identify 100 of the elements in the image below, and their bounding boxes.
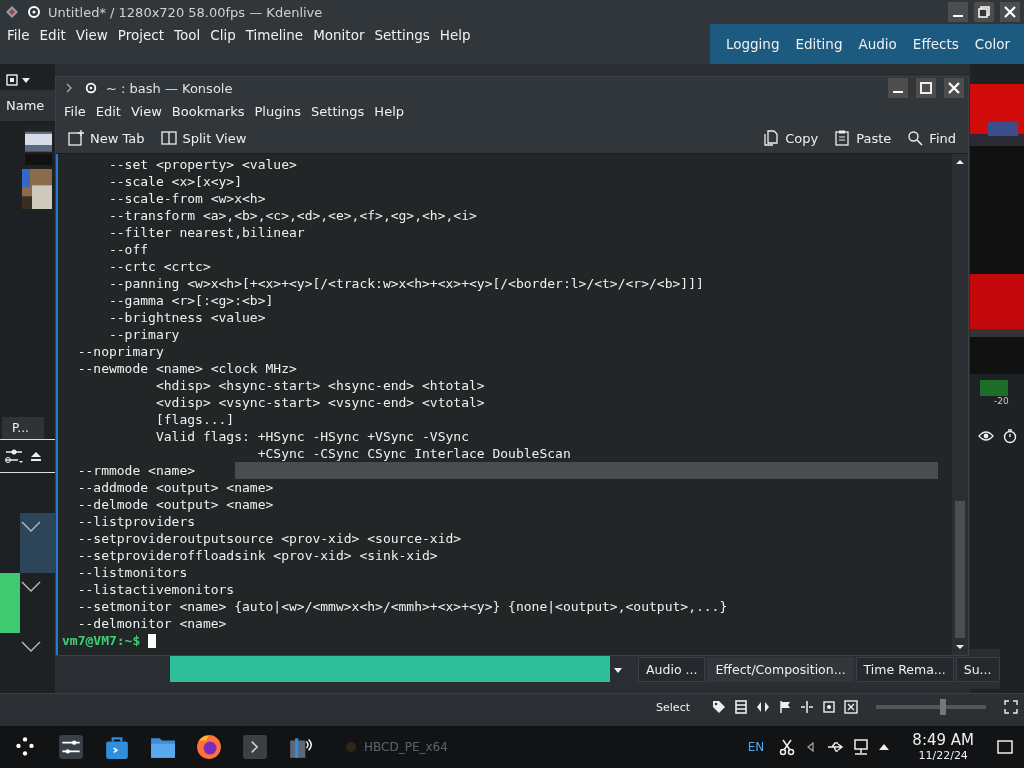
timeline-clip[interactable] [170,656,610,682]
menu-item[interactable]: Tool [169,24,206,46]
scissors-icon[interactable] [778,738,797,756]
terminal-line: --off [107,241,149,258]
search-icon [907,130,924,146]
terminal-line: --crtc <crtc> [107,258,211,275]
find-button[interactable]: Find [901,127,962,149]
eye-icon[interactable] [978,428,994,444]
pin-icon[interactable] [26,4,42,20]
dock-tab[interactable]: Effect/Composition... [707,656,854,682]
flag-icon[interactable] [778,700,792,714]
menu-item[interactable]: Help [434,24,476,46]
zoom-slider-track[interactable] [876,705,986,709]
minimize-icon[interactable] [888,78,908,98]
menu-item[interactable]: File [59,103,91,119]
terminal-line: --delmode <output> <name> [76,496,274,513]
chevron-down-icon[interactable] [21,581,41,593]
close-icon[interactable] [1000,2,1020,22]
timer-icon[interactable] [1002,428,1018,444]
window-title: ~ : bash — Konsole [106,80,233,96]
menu-item[interactable]: Bookmarks [166,103,250,119]
split-view-button[interactable]: Split View [154,127,253,149]
workspace-tab[interactable]: Logging [717,36,788,52]
meter-scale-label: -20 [993,396,1009,407]
shell-prompt: vm7@VM7:~$ [62,632,141,649]
restore-icon[interactable] [974,2,994,22]
scroll-down-icon[interactable] [955,642,965,652]
dock-tab[interactable]: Time Rema... [855,656,954,682]
terminal-line: --gamma <r>[:<g>:<b>] [107,292,274,309]
chevron-down-icon[interactable] [21,641,41,653]
terminal-line: --setprovideroffloadsink <prov-xid> <sink-xid> [76,547,438,564]
scroll-up-icon[interactable] [955,157,965,167]
settings-icon[interactable] [58,734,84,760]
new-tab-icon [68,130,84,146]
tag-icon[interactable] [712,700,726,714]
app-icon [344,740,358,754]
terminal-line: +CSync -CSync CSync Interlace DoubleScan [256,445,571,462]
panel-tab[interactable]: P... [2,417,44,439]
scrollbar[interactable] [952,154,968,655]
workspace-tab[interactable]: Editing [787,36,851,52]
maximize-icon[interactable] [916,78,936,98]
dropdown-icon[interactable] [614,666,622,674]
menu-item[interactable]: File [2,24,35,46]
chevron-down-icon[interactable] [21,521,41,533]
show-desktop-icon[interactable] [996,738,1014,756]
close-icon[interactable] [944,78,964,98]
menu-item[interactable]: View [125,103,167,119]
browser-icon[interactable] [196,734,222,760]
workspace-tab[interactable]: Effects [904,36,967,52]
copy-button[interactable]: Copy [757,127,825,149]
dock-tab[interactable]: Audio ... [638,656,706,682]
menu-item[interactable]: Timeline [240,24,309,46]
menu-item[interactable]: Settings [306,103,370,119]
collapse-icon[interactable] [844,700,858,714]
menu-item[interactable]: Edit [90,103,126,119]
terminal-line: Valid flags: +HSync -HSync +VSync -VSync [154,428,469,445]
terminal-icon[interactable] [242,734,268,760]
dropdown-icon[interactable] [22,76,30,84]
new-tab-button[interactable]: New Tab [62,127,151,149]
pin-icon[interactable] [84,81,98,95]
clipboard-icon [834,130,851,146]
zoom-fit-icon[interactable] [822,700,836,714]
fullscreen-icon[interactable] [1004,700,1018,714]
terminal-line: <vdisp> <vsync-start> <vsync-end> <vtotal> [154,394,485,411]
terminal-line: --primary [107,326,180,343]
terminal-line: --addmode <output> <name> [76,479,274,496]
column-header[interactable]: Name [0,90,55,121]
terminal-line: --listactivemonitors [76,581,235,598]
menu-item[interactable]: Edit [34,24,71,46]
network-icon[interactable] [852,738,871,756]
film-icon[interactable] [734,700,748,714]
split-icon[interactable] [800,700,814,714]
workspace-tab[interactable]: Color [966,36,1018,52]
zoom-slider-handle[interactable] [940,699,947,715]
terminal-line: --set <property> <value> [107,156,297,173]
menu-item[interactable]: Project [112,24,169,46]
shopping-bag-icon[interactable] [104,734,130,760]
menu-item[interactable]: Plugins [249,103,307,119]
copy-icon [763,130,780,146]
edit-mode-selector[interactable]: Select [656,700,690,714]
workspace-tab[interactable]: Audio [850,36,905,52]
terminal-line: --newmode <name> <clock MHz> [76,360,297,377]
terminal-line: --noprimary [76,343,164,360]
menu-item[interactable]: Help [369,103,409,119]
keyboard-layout[interactable]: EN [747,740,765,754]
terminal-line: --scale <x>[x<y>] [107,173,242,190]
paste-button[interactable]: Paste [828,127,898,149]
menu-item[interactable]: Settings [369,24,435,46]
terminal-line: --delmonitor <name> [76,615,227,632]
terminal-line: --brightness <value> [107,309,266,326]
minimize-icon[interactable] [948,2,968,22]
menu-item[interactable]: View [70,24,113,46]
clock-date[interactable]: 11/22/24 [918,749,968,762]
dock-tab[interactable]: Su... [955,656,1000,682]
clock-time[interactable]: 8:49 AM [912,732,974,749]
menu-item[interactable]: Clip [205,24,241,46]
menu-item[interactable]: Monitor [308,24,370,46]
terminal-line: --rmmode <name> [76,462,196,479]
scrollbar-thumb[interactable] [955,501,965,638]
add-clip-icon[interactable] [6,74,18,86]
